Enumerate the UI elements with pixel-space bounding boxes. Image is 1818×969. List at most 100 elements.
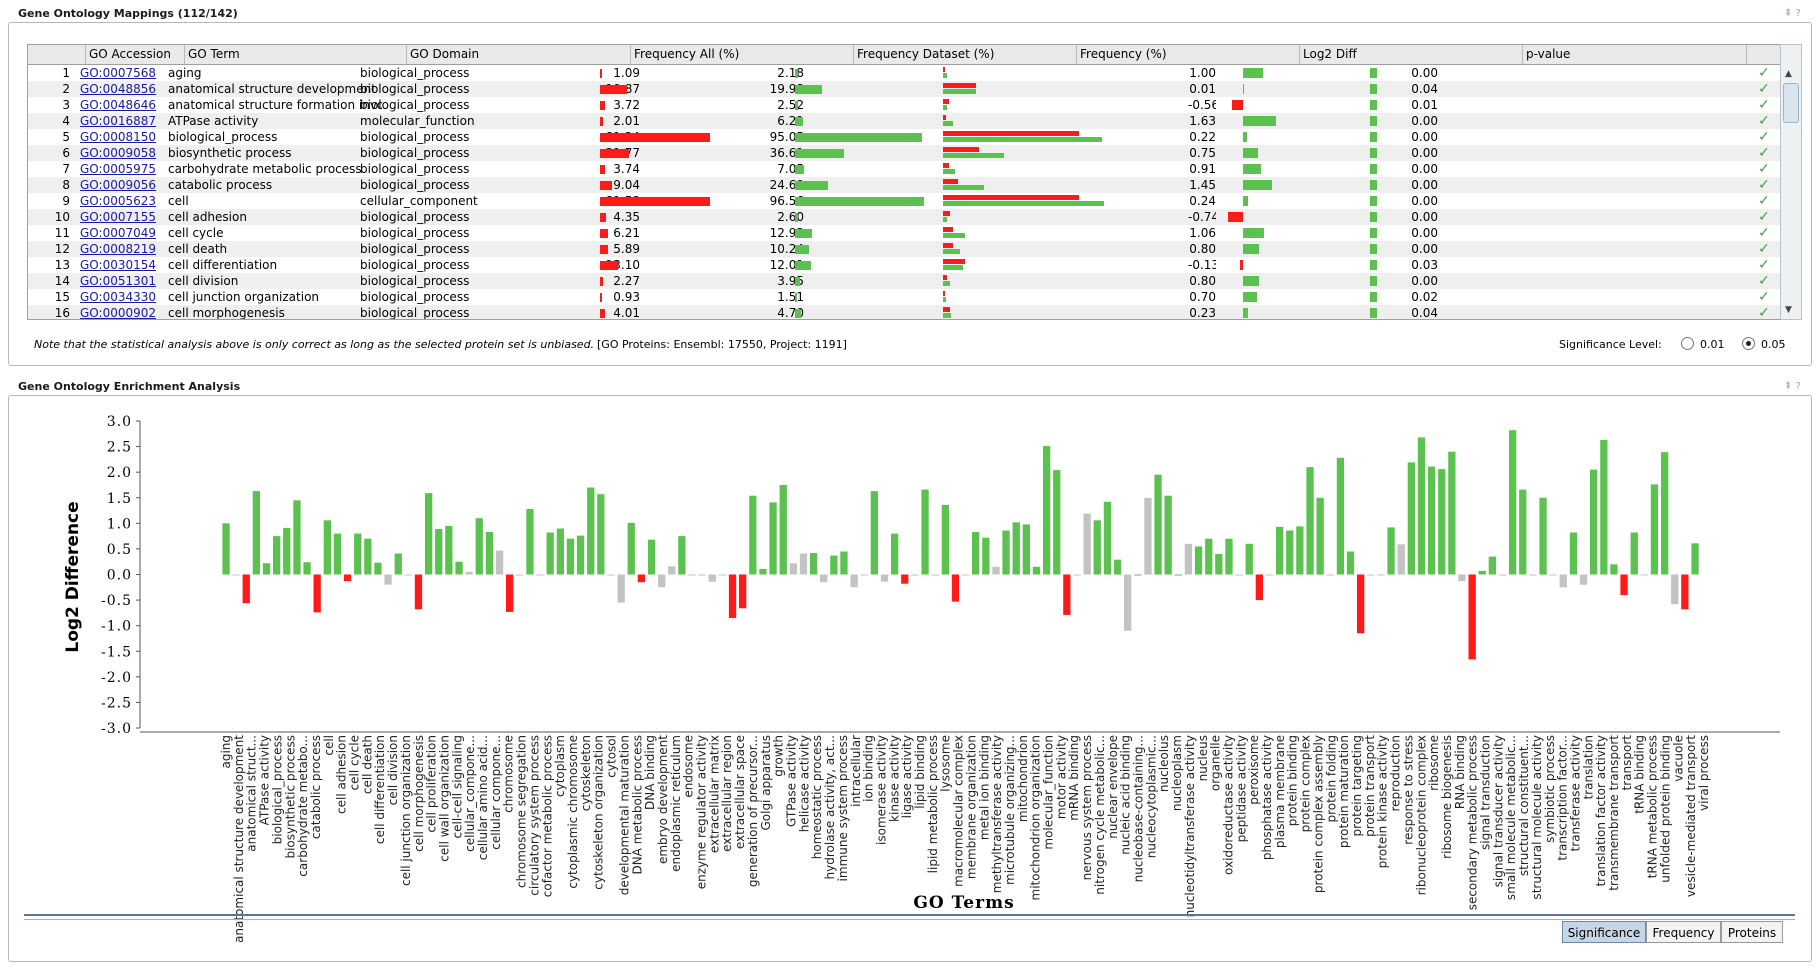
chart-bar[interactable] [1032,566,1041,575]
tab-proteins[interactable]: Proteins [1721,921,1783,943]
chart-bar[interactable] [283,527,291,575]
chart-bar[interactable] [516,574,524,576]
chart-bar[interactable] [728,574,737,619]
chart-bar[interactable] [688,574,696,576]
chart-bar[interactable] [1103,501,1112,575]
chart-bar[interactable] [1002,530,1010,575]
chart-bar[interactable] [961,574,970,576]
chart-bar[interactable] [789,563,797,575]
chart-bar[interactable] [1488,556,1496,575]
chart-bar[interactable] [1276,526,1284,575]
chart-bar[interactable] [293,500,301,575]
chart-bar[interactable] [1174,574,1182,576]
chart-bar[interactable] [1012,522,1020,575]
chart-bar[interactable] [1407,462,1415,575]
chart-bar[interactable] [769,502,777,575]
chart-bar[interactable] [1083,513,1091,575]
chart-bar[interactable] [678,536,686,575]
chart-bar[interactable] [576,535,585,575]
chart-bar[interactable] [901,574,909,584]
chart-bar[interactable] [465,571,473,575]
chart-bar[interactable] [1022,524,1030,575]
chart-bar[interactable] [1397,544,1405,575]
chart-bar[interactable] [870,491,878,575]
chart-bar[interactable] [1640,574,1648,576]
chart-bar[interactable] [1377,574,1385,576]
chart-bar[interactable] [799,553,808,575]
chart-bar[interactable] [1265,574,1274,576]
chart-bar[interactable] [830,555,838,575]
chart-bar[interactable] [587,487,595,575]
chart-bar[interactable] [1427,466,1436,575]
chart-bar[interactable] [637,574,645,583]
chart-bar[interactable] [698,574,706,576]
chart-bar[interactable] [840,551,848,575]
chart-bar[interactable] [1194,546,1203,575]
chart-bar[interactable] [1559,574,1567,588]
chart-bar[interactable] [972,532,980,575]
chart-bar[interactable] [1225,538,1233,575]
chart-bar[interactable] [1529,574,1537,576]
chart-bar[interactable] [1053,470,1061,575]
chart-bar[interactable] [1346,551,1355,575]
chart-bar[interactable] [1286,530,1294,575]
chart-bar[interactable] [384,574,392,585]
chart-bar[interactable] [931,574,939,576]
chart-bar[interactable] [1164,495,1172,575]
chart-bar[interactable] [1630,532,1638,575]
chart-bar[interactable] [911,574,919,576]
chart-bar[interactable] [506,574,514,612]
chart-bar[interactable] [1245,543,1253,575]
chart-bar[interactable] [941,504,949,575]
chart-bar[interactable] [1539,497,1547,575]
chart-bar[interactable] [921,489,929,575]
chart-bar[interactable] [414,574,423,610]
chart-bar[interactable] [1417,437,1426,575]
chart-bar[interactable] [779,485,787,575]
chart-bar[interactable] [891,533,899,575]
chart-bar[interactable] [445,525,453,575]
chart-bar[interactable] [1671,574,1679,605]
chart-bar[interactable] [739,574,747,609]
chart-bar[interactable] [617,574,625,603]
chart-bar[interactable] [1681,574,1689,610]
chart-bar[interactable] [1306,467,1314,575]
chart-bar[interactable] [1134,574,1142,576]
chart-bar[interactable] [536,574,544,576]
chart-bar[interactable] [1043,446,1051,575]
chart-bar[interactable] [1205,538,1213,575]
chart-bar[interactable] [1448,451,1456,575]
chart-bar[interactable] [425,493,433,575]
chart-bar[interactable] [658,574,666,588]
chart-bar[interactable] [1478,570,1486,575]
chart-bar[interactable] [455,561,463,575]
chart-bar[interactable] [435,529,443,575]
chart-bar[interactable] [1579,574,1588,585]
chart-bar[interactable] [303,562,311,575]
chart-bar[interactable] [627,522,635,575]
chart-bar[interactable] [820,574,828,583]
chart-bar[interactable] [668,566,676,575]
chart-bar[interactable] [1468,574,1476,660]
chart-bar[interactable] [1590,469,1598,575]
chart-bar[interactable] [1093,520,1101,575]
chart-bar[interactable] [607,574,615,576]
chart-bar[interactable] [485,532,494,575]
chart-bar[interactable] [1316,497,1324,575]
chart-bar[interactable] [1255,574,1263,601]
chart-bar[interactable] [546,532,554,575]
chart-bar[interactable] [597,494,605,575]
chart-bar[interactable] [313,574,321,613]
chart-bar[interactable] [982,537,990,575]
chart-bar[interactable] [759,568,767,575]
chart-bar[interactable] [475,518,483,575]
chart-bar[interactable] [749,495,757,575]
chart-bar[interactable] [1650,484,1659,575]
chart-bar[interactable] [1235,574,1243,576]
chart-bar[interactable] [566,538,575,575]
chart-bar[interactable] [1296,526,1304,575]
chart-bar[interactable] [404,574,412,576]
chart-bar[interactable] [343,574,352,582]
chart-bar[interactable] [1691,543,1699,575]
chart-bar[interactable] [1509,430,1517,575]
